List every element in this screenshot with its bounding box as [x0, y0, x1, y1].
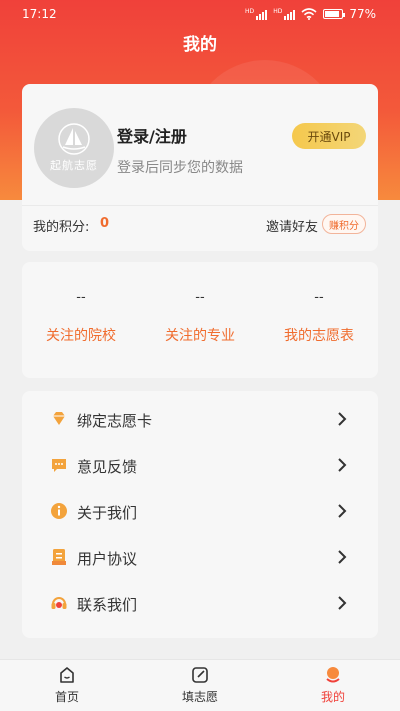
menu-item-about-us[interactable]: 关于我们	[22, 487, 378, 533]
points-value: 0	[100, 216, 110, 231]
profile-card: 起航志愿 登录/注册 登录后同步您的数据 开通VIP 我的积分: 0 邀请好友 …	[22, 84, 378, 251]
divider	[22, 205, 378, 206]
login-subtitle: 登录后同步您的数据	[117, 160, 243, 176]
stat-my-applications[interactable]: -- 我的志愿表	[260, 290, 378, 345]
menu-item-label: 用户协议	[77, 550, 138, 568]
menu-item-label: 意见反馈	[77, 458, 138, 476]
login-register-link[interactable]: 登录/注册	[117, 123, 187, 147]
tab-profile[interactable]: 我的	[273, 660, 393, 711]
menu-card: 绑定志愿卡 意见反馈 关于我们 用户协议 联系我们	[22, 391, 378, 638]
info-icon	[51, 503, 67, 519]
menu-item-user-agreement[interactable]: 用户协议	[22, 533, 378, 579]
chevron-right-icon	[338, 458, 347, 472]
stat-followed-schools[interactable]: -- 关注的院校	[22, 290, 140, 345]
menu-item-feedback[interactable]: 意见反馈	[22, 441, 378, 487]
open-vip-button[interactable]: 开通VIP	[292, 123, 366, 149]
home-icon	[60, 667, 74, 683]
earn-points-badge[interactable]: 赚积分	[322, 214, 366, 234]
headset-icon	[51, 597, 67, 609]
page-title: 我的	[183, 35, 217, 55]
stat-followed-majors[interactable]: -- 关注的专业	[141, 290, 259, 345]
status-icons: HD HD 77%	[245, 7, 376, 21]
chevron-right-icon	[338, 550, 347, 564]
avatar-logo-text: 起航志愿	[50, 159, 98, 172]
invite-friends-link[interactable]: 邀请好友	[266, 216, 318, 235]
menu-item-label: 绑定志愿卡	[77, 412, 153, 430]
avatar[interactable]: 起航志愿	[34, 108, 114, 188]
chevron-right-icon	[338, 504, 347, 518]
stat-label: 我的志愿表	[284, 328, 354, 344]
stat-value: --	[76, 290, 86, 305]
tab-label: 我的	[320, 690, 345, 704]
menu-item-label: 关于我们	[77, 504, 138, 522]
menu-item-bind-card[interactable]: 绑定志愿卡	[22, 395, 378, 441]
diamond-icon	[53, 412, 65, 425]
battery-percent: 77%	[349, 7, 376, 21]
tab-label: 填志愿	[181, 690, 218, 704]
battery-icon	[323, 9, 346, 19]
document-icon	[52, 549, 66, 565]
wifi-icon	[301, 8, 317, 20]
chevron-right-icon	[338, 596, 347, 610]
menu-item-contact-us[interactable]: 联系我们	[22, 579, 378, 625]
points-label: 我的积分:	[33, 220, 90, 235]
tab-label: 首页	[54, 690, 79, 704]
status-bar: 17:12 HD HD 77%	[0, 0, 400, 28]
profile-icon	[326, 667, 340, 683]
stat-label: 关注的专业	[165, 328, 235, 344]
stat-value: --	[314, 290, 324, 305]
stat-label: 关注的院校	[46, 328, 116, 344]
stats-card: -- 关注的院校 -- 关注的专业 -- 我的志愿表	[22, 262, 378, 378]
status-time: 17:12	[22, 7, 57, 21]
stat-value: --	[195, 290, 205, 305]
chat-icon	[52, 459, 66, 472]
chevron-right-icon	[338, 412, 347, 426]
bottom-tab-bar: 首页 填志愿 我的	[0, 659, 400, 711]
menu-item-label: 联系我们	[77, 596, 138, 614]
signal-icon-2: HD	[273, 8, 296, 20]
signal-icon: HD	[245, 8, 268, 20]
tab-fill-application[interactable]: 填志愿	[140, 660, 260, 711]
sailboat-logo-icon	[58, 123, 90, 155]
edit-icon	[192, 667, 208, 683]
tab-home[interactable]: 首页	[7, 660, 127, 711]
